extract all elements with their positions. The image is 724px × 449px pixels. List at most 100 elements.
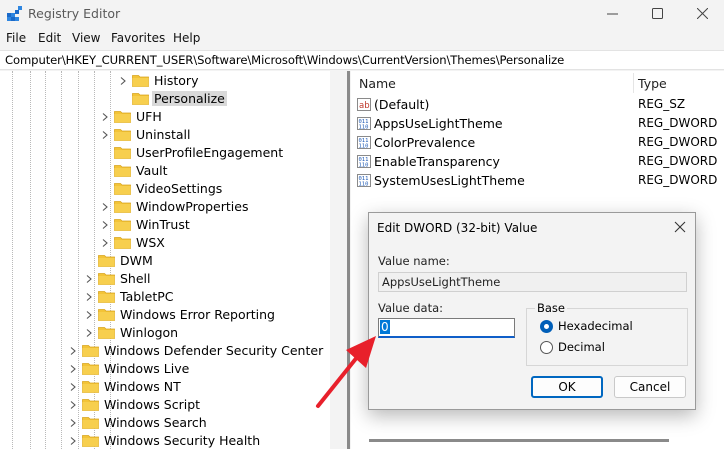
decimal-radio[interactable] — [540, 341, 553, 354]
menu-favorites[interactable]: Favorites — [111, 31, 165, 45]
chevron-right-icon[interactable] — [68, 382, 78, 392]
folder-icon — [114, 183, 131, 195]
value-row[interactable]: 011 110 ColorPrevalence REG_DWORD — [351, 133, 724, 152]
menu-file[interactable]: File — [6, 31, 26, 45]
chevron-right-icon[interactable] — [84, 328, 94, 338]
value-data-label: Value data: — [378, 301, 444, 315]
base-label: Base — [535, 301, 568, 315]
chevron-right-icon[interactable] — [100, 238, 110, 248]
tree-item-label: VideoSettings — [136, 181, 223, 196]
tree-guide-line — [30, 71, 31, 449]
value-row[interactable]: 011 110 AppsUseLightTheme REG_DWORD — [351, 114, 724, 133]
value-name: SystemUsesLightTheme — [374, 173, 525, 188]
cancel-button[interactable]: Cancel — [614, 376, 686, 398]
menu-help[interactable]: Help — [173, 31, 200, 45]
minimize-button[interactable] — [590, 0, 636, 28]
tree-guide-line — [61, 71, 62, 449]
tree-item-label: DWM — [120, 253, 153, 268]
registry-editor-icon — [7, 6, 22, 21]
binary-value-icon: 011110 — [357, 136, 371, 149]
hexadecimal-radio[interactable] — [540, 320, 553, 333]
tree-guide-line — [78, 71, 79, 449]
folder-icon — [82, 363, 99, 375]
maximize-button[interactable] — [635, 0, 681, 28]
ok-button[interactable]: OK — [531, 376, 603, 398]
tree-item-label: Windows Error Reporting — [120, 307, 275, 322]
address-path: Computer\HKEY_CURRENT_USER\Software\Micr… — [5, 53, 565, 67]
chevron-right-icon[interactable] — [100, 112, 110, 122]
folder-icon — [98, 291, 115, 303]
value-row[interactable]: 011 110 EnableTransparency REG_DWORD — [351, 152, 724, 171]
value-type: REG_DWORD — [638, 116, 718, 130]
chevron-right-icon[interactable] — [84, 310, 94, 320]
tree-item-label: Winlogon — [120, 325, 179, 340]
column-header-type[interactable]: Type — [638, 76, 667, 91]
chevron-right-icon[interactable] — [84, 274, 94, 284]
maximize-icon — [652, 8, 663, 19]
dialog-title: Edit DWORD (32-bit) Value — [377, 221, 538, 235]
tree-item-label: TabletPC — [120, 289, 174, 304]
column-separator[interactable] — [633, 73, 634, 93]
folder-icon — [114, 165, 131, 177]
value-type: REG_DWORD — [638, 135, 718, 149]
folder-icon — [132, 93, 149, 105]
close-icon — [697, 8, 708, 19]
folder-icon — [132, 75, 149, 87]
address-bar[interactable]: Computer\HKEY_CURRENT_USER\Software\Micr… — [0, 50, 724, 70]
folder-icon — [82, 399, 99, 411]
decimal-label[interactable]: Decimal — [558, 340, 605, 354]
chevron-right-icon[interactable] — [118, 76, 128, 86]
value-name: AppsUseLightTheme — [374, 116, 503, 131]
folder-icon — [114, 237, 131, 249]
tree-item-label: UserProfileEngagement — [136, 145, 284, 160]
tree-item-label: UFH — [136, 109, 162, 124]
menu-edit[interactable]: Edit — [38, 31, 61, 45]
folder-icon — [114, 129, 131, 141]
tree-item-label: Windows Script — [104, 397, 201, 412]
minimize-icon — [607, 13, 618, 15]
close-button[interactable] — [680, 0, 724, 28]
chevron-right-icon[interactable] — [68, 364, 78, 374]
folder-icon — [98, 255, 115, 267]
base-groupbox — [526, 308, 688, 366]
key-tree[interactable]: History Personalize UFH Uninstall UserProfil… — [0, 71, 330, 449]
tree-item-label: Windows NT — [104, 379, 181, 394]
chevron-right-icon[interactable] — [68, 346, 78, 356]
value-name-label: Value name: — [378, 254, 450, 268]
folder-icon — [114, 111, 131, 123]
window-title: Registry Editor — [28, 6, 121, 21]
chevron-right-icon[interactable] — [68, 436, 78, 446]
menu-view[interactable]: View — [72, 31, 100, 45]
tree-item-label: Personalize — [152, 91, 227, 106]
folder-icon — [114, 147, 131, 159]
svg-text:110: 110 — [359, 144, 369, 150]
folder-icon — [114, 219, 131, 231]
folder-icon — [98, 327, 115, 339]
chevron-right-icon[interactable] — [100, 220, 110, 230]
tree-item-label: Uninstall — [136, 127, 191, 142]
chevron-right-icon[interactable] — [100, 202, 110, 212]
chevron-right-icon[interactable] — [84, 292, 94, 302]
svg-text:110: 110 — [359, 125, 369, 131]
column-header-name[interactable]: Name — [359, 76, 396, 91]
chevron-right-icon[interactable] — [68, 418, 78, 428]
value-name: (Default) — [374, 97, 430, 112]
folder-icon — [114, 201, 131, 213]
value-name: ColorPrevalence — [374, 135, 476, 150]
string-value-icon: ab — [357, 98, 371, 111]
chevron-right-icon[interactable] — [100, 130, 110, 140]
value-name-field: AppsUseLightTheme — [378, 272, 687, 292]
value-row[interactable]: ab (Default) REG_SZ — [351, 95, 724, 114]
svg-text:110: 110 — [359, 182, 369, 188]
dialog-close-icon[interactable] — [672, 219, 688, 235]
values-scrollbar[interactable] — [369, 439, 669, 442]
tree-guide-line — [45, 71, 46, 449]
folder-icon — [98, 309, 115, 321]
tree-item-label: Windows Live — [104, 361, 190, 376]
value-data-input[interactable]: 0 — [378, 318, 515, 338]
binary-value-icon: 011110 — [357, 155, 371, 168]
menu-bar: File Edit View Favorites Help — [0, 28, 724, 49]
chevron-right-icon[interactable] — [68, 400, 78, 410]
value-row[interactable]: 011 110 SystemUsesLightTheme REG_DWORD — [351, 171, 724, 190]
hexadecimal-label[interactable]: Hexadecimal — [558, 319, 633, 333]
